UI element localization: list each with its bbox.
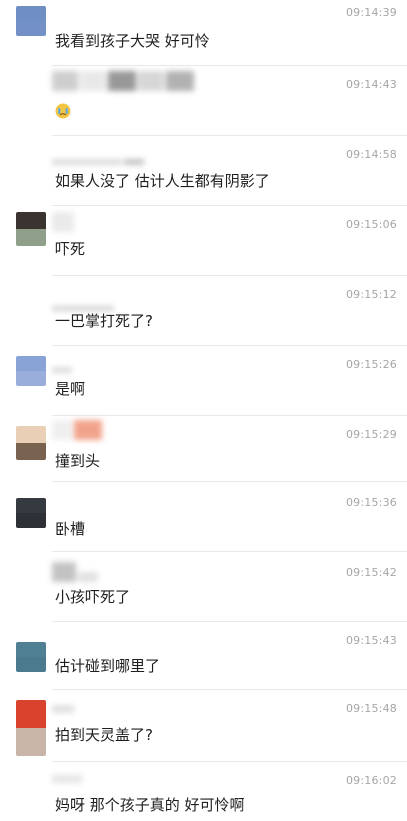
message-row[interactable]: 09:15:12 一巴掌打死了?: [0, 276, 407, 346]
message-row[interactable]: 09:16:02 妈呀 那个孩子真的 好可怜啊: [0, 762, 407, 821]
message-time: 09:15:26: [345, 358, 397, 371]
message-row[interactable]: 09:15:48 拍到天灵盖了?: [0, 690, 407, 762]
message-text: 妈呀 那个孩子真的 好可怜啊: [55, 796, 245, 814]
message-time: 09:14:58: [345, 148, 397, 161]
message-time: 09:15:29: [345, 428, 397, 441]
message-time: 09:14:43: [345, 78, 397, 91]
message-row[interactable]: 09:15:26 是啊: [0, 346, 407, 416]
avatar[interactable]: [16, 6, 46, 36]
message-row[interactable]: 09:15:42 小孩吓死了: [0, 552, 407, 622]
chat-message-list: 09:14:39 我看到孩子大哭 好可怜 09:14:43 09:14:58 如…: [0, 0, 407, 821]
message-text: 我看到孩子大哭 好可怜: [55, 32, 210, 50]
sender-name-blurred: [52, 71, 196, 91]
avatar[interactable]: [16, 642, 46, 672]
message-text: 小孩吓死了: [55, 588, 131, 606]
avatar[interactable]: [16, 498, 46, 528]
message-text: 吓死: [55, 240, 86, 258]
crying-face-emoji: [55, 103, 71, 119]
message-row[interactable]: 09:14:39 我看到孩子大哭 好可怜: [0, 0, 407, 66]
message-time: 09:15:42: [345, 566, 397, 579]
message-time: 09:15:12: [345, 288, 397, 301]
message-row[interactable]: 09:15:43 估计碰到哪里了: [0, 622, 407, 690]
message-text: 卧槽: [55, 520, 86, 538]
message-text: 如果人没了 估计人生都有阴影了: [55, 172, 270, 190]
avatar[interactable]: [16, 700, 46, 756]
message-row[interactable]: 09:15:36 卧槽: [0, 482, 407, 552]
message-time: 09:15:36: [345, 496, 397, 509]
sender-name-blurred: [52, 358, 74, 378]
message-time: 09:16:02: [345, 774, 397, 787]
avatar[interactable]: [16, 356, 46, 386]
sender-name-blurred: [52, 212, 76, 232]
avatar[interactable]: [16, 426, 46, 460]
message-row[interactable]: 09:15:06 吓死: [0, 206, 407, 276]
message-row[interactable]: 09:14:43: [0, 66, 407, 136]
message-text: 撞到头: [55, 452, 101, 470]
sender-name-blurred: [52, 150, 146, 170]
message-time: 09:15:06: [345, 218, 397, 231]
avatar[interactable]: [16, 212, 46, 246]
sender-name-blurred: [52, 768, 84, 788]
sender-name-blurred: [52, 562, 100, 582]
message-text: 是啊: [55, 380, 86, 398]
message-row[interactable]: 09:14:58 如果人没了 估计人生都有阴影了: [0, 136, 407, 206]
message-text: 一巴掌打死了?: [55, 312, 153, 330]
message-text: 拍到天灵盖了?: [55, 726, 153, 744]
message-row[interactable]: 09:15:29 撞到头: [0, 416, 407, 482]
message-text: 估计碰到哪里了: [55, 657, 161, 675]
message-time: 09:14:39: [345, 6, 397, 19]
message-time: 09:15:43: [345, 634, 397, 647]
sender-name-blurred: [52, 420, 104, 440]
message-time: 09:15:48: [345, 702, 397, 715]
sender-name-blurred: [52, 698, 76, 718]
